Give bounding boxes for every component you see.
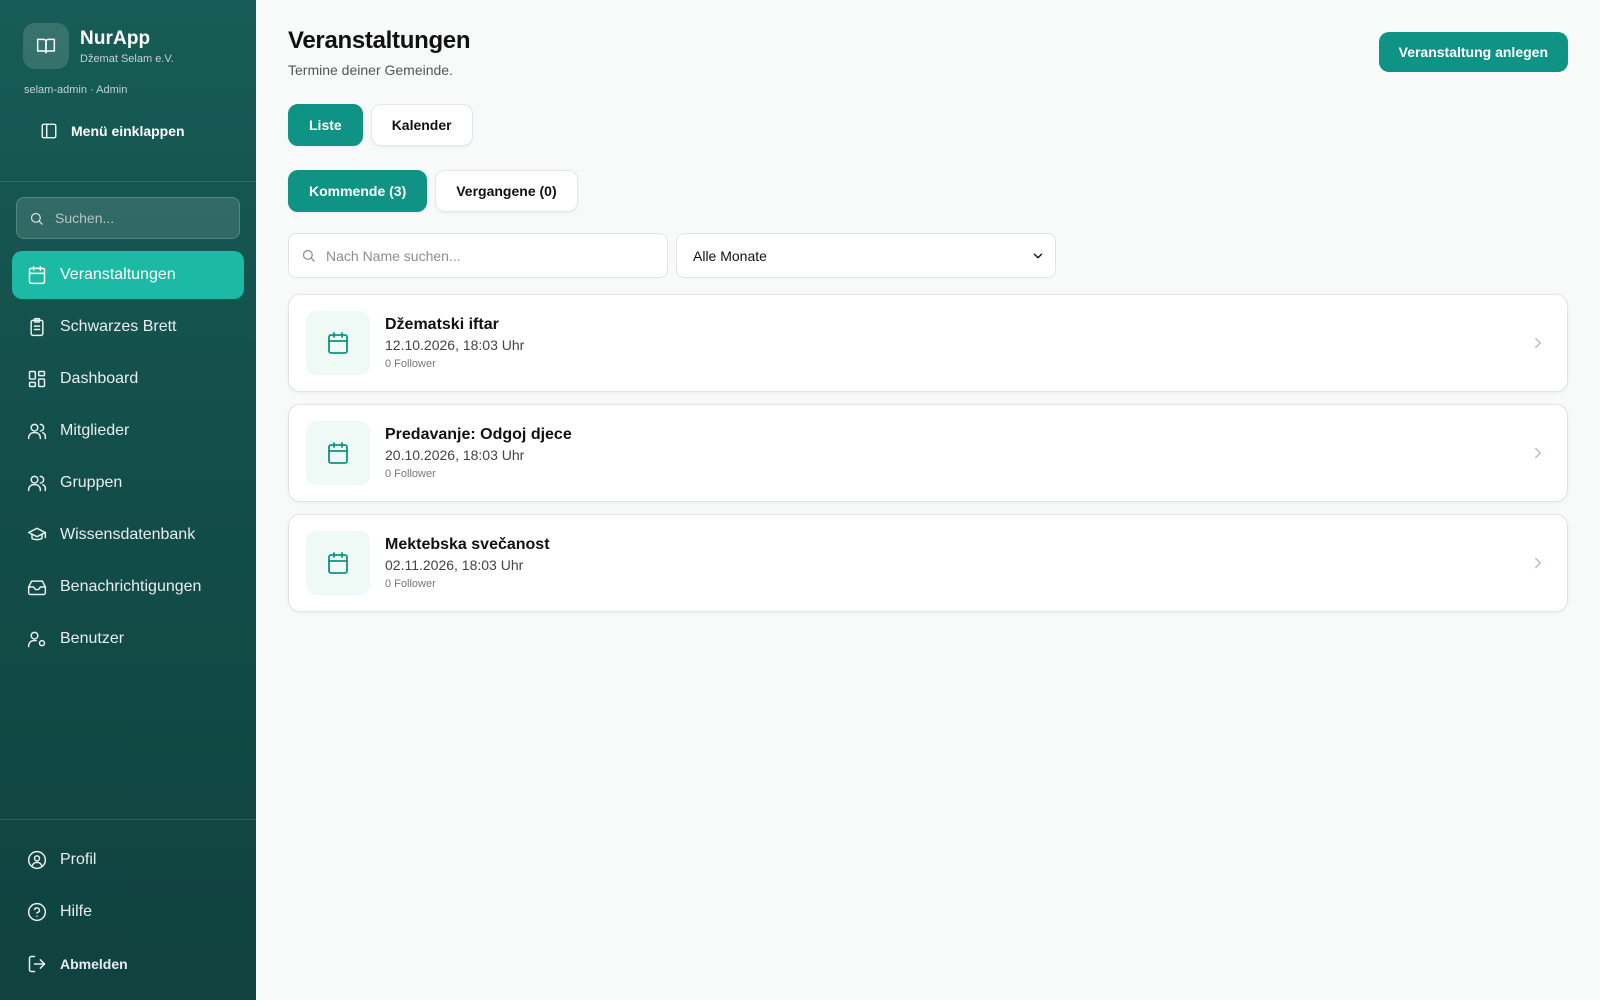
chevron-right-icon — [1529, 444, 1547, 462]
sidebar-item-label: Benutzer — [60, 630, 125, 647]
event-card[interactable]: Džematski iftar 12.10.2026, 18:03 Uhr 0 … — [288, 294, 1568, 392]
event-name: Mektebska svečanost — [385, 536, 550, 553]
sidebar-item-label: Gruppen — [60, 474, 123, 491]
sidebar-bottom-nav: Profil Hilfe Abmelden — [12, 836, 244, 992]
search-icon — [301, 248, 316, 263]
search-icon — [29, 211, 44, 226]
event-name: Predavanje: Odgoj djece — [385, 426, 572, 443]
event-datetime: 20.10.2026, 18:03 Uhr — [385, 447, 525, 463]
sidebar-item-label: Dashboard — [60, 370, 139, 387]
user-cog-icon — [27, 629, 47, 649]
page-subtitle: Termine deiner Gemeinde. — [288, 62, 453, 78]
sidebar-search-input[interactable] — [55, 210, 225, 226]
clipboard-icon — [27, 317, 47, 337]
event-search-input[interactable] — [326, 247, 646, 264]
logout-button[interactable]: Abmelden — [12, 940, 244, 988]
sidebar-item-benachrichtigungen[interactable]: Benachrichtigungen — [12, 563, 244, 611]
dashboard-icon — [27, 369, 47, 389]
view-calendar-button[interactable]: Kalender — [370, 104, 473, 146]
users-icon — [27, 421, 47, 441]
user-line: selam-admin · Admin — [24, 84, 128, 96]
event-tabs: Kommende (3) Vergangene (0) — [288, 170, 586, 212]
sidebar-item-label: Schwarzes Brett — [60, 318, 177, 335]
brand: NurApp Džemat Selam e.V. — [23, 23, 174, 69]
month-select-value: Alle Monate — [693, 247, 767, 264]
calendar-icon — [306, 531, 370, 595]
event-card[interactable]: Predavanje: Odgoj djece 20.10.2026, 18:0… — [288, 404, 1568, 502]
inbox-icon — [27, 577, 47, 597]
sidebar-item-benutzer[interactable]: Benutzer — [12, 615, 244, 663]
create-event-button[interactable]: Veranstaltung anlegen — [1378, 32, 1568, 72]
user-circle-icon — [27, 850, 47, 870]
view-list-button[interactable]: Liste — [288, 104, 363, 146]
sidebar-item-label: Veranstaltungen — [60, 266, 176, 283]
org-name: Džemat Selam e.V. — [80, 52, 174, 65]
graduation-cap-icon — [27, 525, 47, 545]
collapse-menu-label: Menü einklappen — [71, 123, 185, 139]
sidebar-item-label: Wissensdatenbank — [60, 526, 196, 543]
chevron-down-icon — [1031, 249, 1045, 263]
sidebar-item-schwarzes-brett[interactable]: Schwarzes Brett — [12, 303, 244, 351]
view-toggle: Liste Kalender — [288, 104, 481, 146]
sidebar-item-dashboard[interactable]: Dashboard — [12, 355, 244, 403]
event-followers: 0 Follower — [385, 578, 436, 590]
chevron-right-icon — [1529, 554, 1547, 572]
month-select[interactable]: Alle Monate — [676, 233, 1056, 278]
sidebar-item-veranstaltungen[interactable]: Veranstaltungen — [12, 251, 244, 299]
chevron-right-icon — [1529, 334, 1547, 352]
app-name: NurApp — [80, 27, 151, 49]
event-datetime: 02.11.2026, 18:03 Uhr — [385, 557, 524, 573]
sidebar-nav: Veranstaltungen Schwarzes Brett Dashboar… — [12, 251, 244, 667]
collapse-menu-button[interactable]: Menü einklappen — [28, 122, 185, 140]
calendar-icon — [27, 265, 47, 285]
event-list: Džematski iftar 12.10.2026, 18:03 Uhr 0 … — [288, 294, 1568, 624]
sidebar-item-label: Hilfe — [60, 903, 93, 920]
sidebar-item-profil[interactable]: Profil — [12, 836, 244, 884]
users-icon — [27, 473, 47, 493]
event-datetime: 12.10.2026, 18:03 Uhr — [385, 337, 525, 353]
sidebar-item-label: Abmelden — [60, 956, 128, 972]
sidebar-item-hilfe[interactable]: Hilfe — [12, 888, 244, 936]
sidebar-item-wissensdatenbank[interactable]: Wissensdatenbank — [12, 511, 244, 559]
sidebar-search[interactable] — [16, 197, 240, 239]
sidebar-panel-icon — [40, 122, 58, 140]
sidebar-item-label: Profil — [60, 851, 97, 868]
sidebar-item-label: Mitglieder — [60, 422, 130, 439]
page-title: Veranstaltungen — [288, 27, 471, 54]
tab-upcoming[interactable]: Kommende (3) — [288, 170, 428, 212]
event-followers: 0 Follower — [385, 358, 436, 370]
calendar-icon — [306, 311, 370, 375]
sidebar-divider — [0, 819, 256, 820]
calendar-icon — [306, 421, 370, 485]
sidebar: NurApp Džemat Selam e.V. selam-admin · A… — [0, 0, 256, 1000]
event-followers: 0 Follower — [385, 468, 436, 480]
sidebar-item-gruppen[interactable]: Gruppen — [12, 459, 244, 507]
event-card[interactable]: Mektebska svečanost 02.11.2026, 18:03 Uh… — [288, 514, 1568, 612]
event-search[interactable] — [288, 233, 668, 278]
tab-past[interactable]: Vergangene (0) — [435, 170, 578, 212]
sidebar-item-mitglieder[interactable]: Mitglieder — [12, 407, 244, 455]
sidebar-divider — [0, 181, 256, 182]
logout-icon — [27, 954, 47, 974]
help-circle-icon — [27, 902, 47, 922]
main-content: Veranstaltungen Termine deiner Gemeinde.… — [256, 0, 1600, 1000]
sidebar-item-label: Benachrichtigungen — [60, 578, 202, 595]
event-name: Džematski iftar — [385, 316, 499, 333]
book-icon — [23, 23, 69, 69]
